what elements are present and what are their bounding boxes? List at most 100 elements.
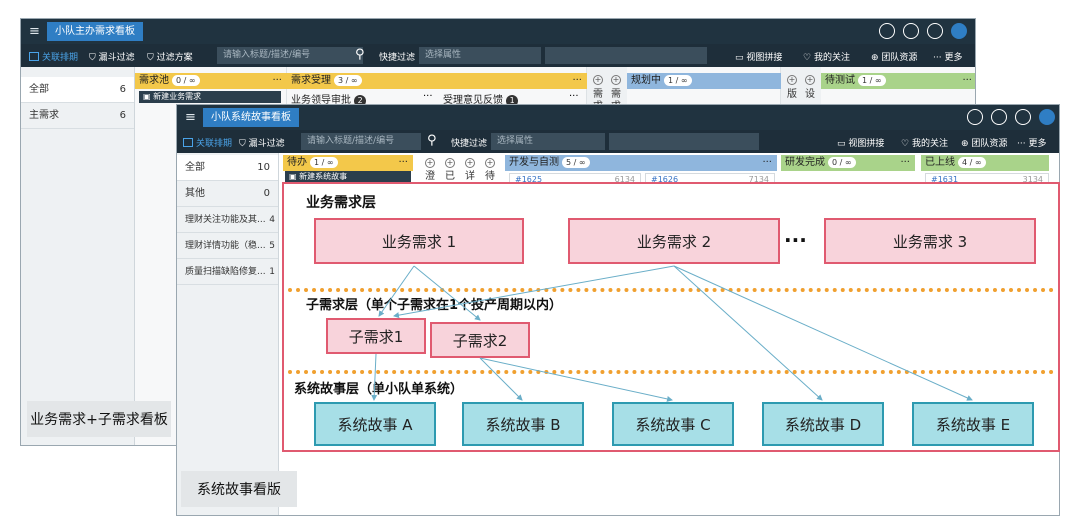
- new-biz-task-button[interactable]: ▣ 新建业务需求: [139, 91, 281, 103]
- sidebar-item-follow-feature[interactable]: 理财关注功能及其... 4: [177, 207, 278, 233]
- back-search-input[interactable]: 请输入标题/描述/编号: [217, 47, 363, 64]
- column-title: 已上线: [925, 157, 955, 168]
- more-button[interactable]: ··· 更多: [1017, 136, 1046, 149]
- expand-column-icon[interactable]: +: [805, 75, 815, 85]
- view-join-button[interactable]: ▭ 视图拼接: [837, 136, 884, 149]
- monitor-icon: ▭: [837, 139, 849, 149]
- layer1-title: 业务需求层: [306, 195, 376, 211]
- column-menu-icon[interactable]: ···: [762, 155, 772, 171]
- sidebar-item-detail-feature[interactable]: 理财详情功能（稳... 5: [177, 233, 278, 259]
- back-toolbar: 关联排期 ⛉ 漏斗过滤 ⛉ 过滤方案 请输入标题/描述/编号 ⚲ 快捷过滤 选择…: [21, 44, 975, 67]
- funnel-filter-label: 漏斗过滤: [248, 139, 285, 149]
- column-title: 开发与自测: [509, 157, 559, 168]
- attr-select[interactable]: 选择属性: [491, 133, 605, 150]
- biz-requirement-3: 业务需求 3: [824, 218, 1036, 264]
- column-menu-icon[interactable]: ···: [272, 73, 282, 89]
- sidebar-item-quality-fix[interactable]: 质量扫描缺陷修复... 1: [177, 259, 278, 285]
- swimlane-menu-icon[interactable]: ···: [423, 91, 433, 102]
- system-story-d: 系统故事 D: [762, 402, 884, 446]
- plus-icon: ▣: [143, 92, 154, 101]
- sidebar-item-count: 5: [269, 241, 275, 251]
- sidebar-item-all[interactable]: 全部 10: [177, 155, 278, 181]
- attr-select-2[interactable]: [609, 133, 759, 150]
- front-search-input[interactable]: 请输入标题/描述/编号: [301, 133, 421, 150]
- team-res-button[interactable]: ⊕ 团队资源: [961, 136, 1007, 149]
- column-menu-icon[interactable]: ···: [572, 73, 582, 89]
- back-title-tab[interactable]: 小队主办需求看板: [47, 22, 143, 41]
- sidebar-item-main[interactable]: 主需求 6: [21, 103, 134, 129]
- expand-column-icon[interactable]: +: [593, 75, 603, 85]
- my-follow-button[interactable]: ♡ 我的关注: [803, 50, 850, 63]
- funnel-filter-button[interactable]: ⛉ 漏斗过滤: [239, 136, 285, 149]
- column-count-pill: 3 / ∞: [334, 75, 362, 86]
- attr-select[interactable]: 选择属性: [419, 47, 541, 64]
- share-icon[interactable]: [903, 23, 919, 39]
- expand-column-icon[interactable]: +: [787, 75, 797, 85]
- column-count-pill: 1 / ∞: [310, 157, 338, 168]
- user-avatar-icon[interactable]: [1039, 109, 1055, 125]
- box-label: 系统故事 B: [485, 415, 561, 434]
- column-menu-icon[interactable]: ···: [398, 155, 408, 171]
- ellipsis: ···: [784, 228, 807, 252]
- box-label: 业务需求 2: [636, 232, 712, 251]
- expand-column-icon[interactable]: +: [465, 158, 475, 168]
- sidebar-item-label: 质量扫描缺陷修复...: [185, 267, 266, 277]
- funnel-filter-label: 漏斗过滤: [98, 53, 135, 63]
- swimlane-menu-icon[interactable]: ···: [569, 91, 579, 102]
- search-icon[interactable]: ⚲: [427, 133, 437, 148]
- more-button[interactable]: ··· 更多: [933, 50, 962, 63]
- menu-icon[interactable]: ≡: [185, 110, 196, 125]
- layer2-title: 子需求层（单个子需求在1个投产周期以内）: [306, 298, 563, 313]
- sidebar-item-count: 4: [269, 215, 275, 225]
- sidebar-item-label: 理财详情功能（稳...: [185, 241, 266, 251]
- front-title-tab[interactable]: 小队系统故事看板: [203, 108, 299, 127]
- quick-filter-label: 快捷过滤: [451, 139, 488, 149]
- expand-column-icon[interactable]: +: [445, 158, 455, 168]
- share-icon[interactable]: [991, 109, 1007, 125]
- my-follow-label: 我的关注: [911, 139, 948, 149]
- user-avatar-icon[interactable]: [951, 23, 967, 39]
- biz-requirement-1: 业务需求 1: [314, 218, 524, 264]
- link-schedule-button[interactable]: 关联排期: [183, 136, 232, 149]
- heart-icon: ♡: [803, 53, 814, 63]
- chat-icon[interactable]: [1015, 109, 1031, 125]
- sidebar-item-other[interactable]: 其他 0: [177, 181, 278, 207]
- funnel-filter-button[interactable]: ⛉ 漏斗过滤: [89, 50, 135, 63]
- team-res-button[interactable]: ⊕ 团队资源: [871, 50, 917, 63]
- search-icon[interactable]: ⚲: [355, 47, 365, 62]
- sidebar-item-count: 6: [119, 84, 126, 95]
- team-res-label: 团队资源: [971, 139, 1008, 149]
- column-title: 研发完成: [785, 157, 825, 168]
- my-follow-button[interactable]: ♡ 我的关注: [901, 136, 948, 149]
- column-menu-icon[interactable]: ···: [962, 73, 972, 89]
- refresh-icon[interactable]: [879, 23, 895, 39]
- attr-select-2[interactable]: [545, 47, 707, 64]
- chat-icon[interactable]: [927, 23, 943, 39]
- box-label: 系统故事 C: [635, 415, 711, 434]
- collapsed-col-label: 需: [593, 89, 603, 100]
- column-menu-icon[interactable]: ···: [900, 155, 910, 171]
- box-label: 系统故事 A: [337, 415, 413, 434]
- expand-column-icon[interactable]: +: [425, 158, 435, 168]
- arrow-sub2-b: [479, 357, 523, 401]
- sidebar-item-all[interactable]: 全部 6: [21, 77, 134, 103]
- front-toolbar: 关联排期 ⛉ 漏斗过滤 请输入标题/描述/编号 ⚲ 快捷过滤 选择属性 ▭ 视图…: [177, 130, 1059, 153]
- filter-scheme-label: 过滤方案: [156, 53, 193, 63]
- link-schedule-button[interactable]: 关联排期: [29, 50, 78, 63]
- view-join-button[interactable]: ▭ 视图拼接: [735, 50, 782, 63]
- expand-column-icon[interactable]: +: [485, 158, 495, 168]
- column-header-dev: 开发与自测 5 / ∞ ···: [505, 155, 777, 171]
- expand-column-icon[interactable]: +: [611, 75, 621, 85]
- heart-icon: ♡: [901, 139, 912, 149]
- filter-scheme-button[interactable]: ⛉ 过滤方案: [147, 50, 193, 63]
- system-story-b: 系统故事 B: [462, 402, 584, 446]
- refresh-icon[interactable]: [967, 109, 983, 125]
- calendar-icon: [29, 52, 39, 61]
- front-board-caption: 系统故事看版: [181, 471, 297, 507]
- monitor-icon: ▭: [735, 53, 747, 63]
- my-follow-label: 我的关注: [813, 53, 850, 63]
- link-schedule-label: 关联排期: [196, 139, 233, 149]
- plus-icon: ▣: [289, 172, 300, 181]
- menu-icon[interactable]: ≡: [29, 24, 40, 39]
- column-title: 需求池: [139, 75, 169, 86]
